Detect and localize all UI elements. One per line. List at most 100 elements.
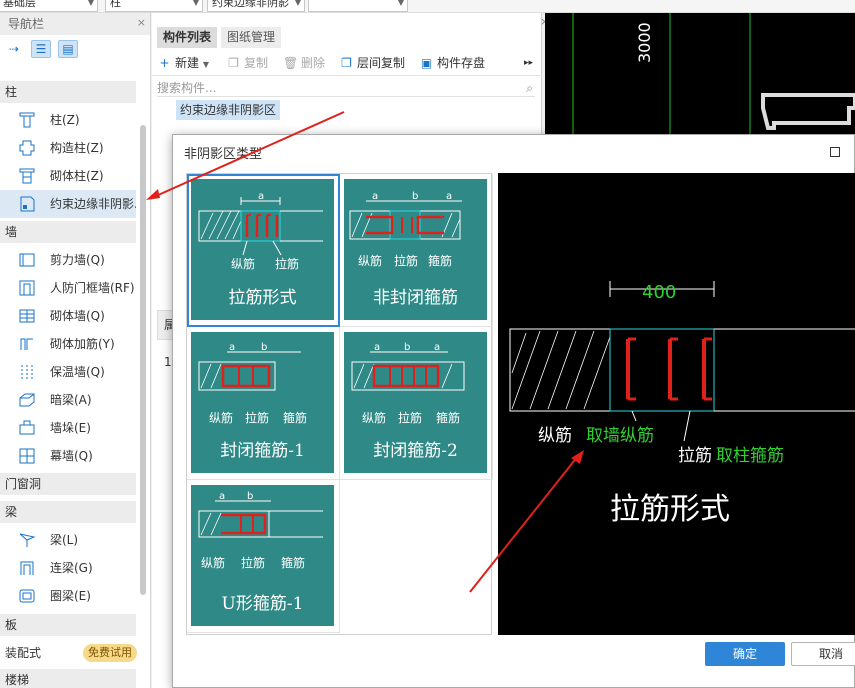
tab-drawing-management[interactable]: 图纸管理 [221, 27, 282, 48]
curtain-wall-icon [19, 448, 35, 464]
rebar-mark [372, 364, 440, 388]
category-stair[interactable]: 楼梯 [0, 669, 136, 688]
option-card: a b a 纵筋 拉筋 箍筋 非封闭箍筋 [344, 179, 487, 320]
nav-item-curtain-wall[interactable]: 幕墙(Q) [0, 442, 136, 470]
floor-copy-icon: ❐ [341, 56, 352, 70]
nav-item-hidden-beam[interactable]: 暗梁(A) [0, 386, 136, 414]
type-preview: 400 纵筋 取墙纵筋 拉筋 取柱箍筋 拉筋形式 [498, 173, 855, 635]
option-label: U形箍筋-1 [221, 594, 304, 614]
navigation-panel: 导航栏 × ⇢ ☰ ▤ 柱 柱(Z) 构造柱(Z) 砌体柱(Z) 约束边缘非阴影… [0, 13, 151, 688]
nav-item-masonry-wall[interactable]: 砌体墙(Q) [0, 302, 136, 330]
nav-item-masonry-rebar[interactable]: 砌体加筋(Y) [0, 330, 136, 358]
component-list-item[interactable]: 约束边缘非阴影区 [176, 100, 281, 120]
nav-item-wall-pier[interactable]: 墙垛(E) [0, 414, 136, 442]
nav-item-label: 砌体墙(Q) [50, 309, 105, 323]
rebar-mark [245, 215, 279, 237]
preview-diagram: 400 纵筋 取墙纵筋 拉筋 取柱箍筋 拉筋形式 [509, 281, 855, 527]
construct-column-icon [19, 140, 35, 156]
nav-item-construct-column[interactable]: 构造柱(Z) [0, 134, 136, 162]
type-option-grid: a 纵筋 拉筋 拉筋形式 a b a 纵筋 拉筋 箍筋 非封闭箍筋 a b 纵筋… [186, 173, 493, 635]
chevron-down-icon: ▼ [192, 0, 199, 7]
nav-item-civil-door-wall[interactable]: 人防门框墙(RF) [0, 274, 136, 302]
trash-icon: 🗑 [283, 56, 299, 70]
detail-view-icon[interactable]: ▤ [58, 40, 78, 58]
type-select[interactable]: 柱 ▼ [105, 0, 203, 12]
maximize-icon[interactable] [830, 147, 840, 157]
category-prefab[interactable]: 装配式 免费试用 [0, 642, 137, 664]
nav-item-label: 砌体柱(Z) [50, 169, 104, 183]
preview-tie-label: 拉筋 [678, 446, 712, 466]
option-card: a b a 纵筋 拉筋 箍筋 封闭箍筋-2 [344, 332, 487, 473]
nav-item-label: 约束边缘非阴影... [50, 197, 136, 211]
confirm-button[interactable]: 确定 [705, 642, 785, 666]
nav-item-label: 梁(L) [50, 533, 79, 547]
search-input[interactable]: 搜索构件... ⌕ [157, 79, 535, 97]
category-opening[interactable]: 门窗洞 [0, 473, 136, 495]
category-column[interactable]: 柱 [0, 81, 136, 103]
option-label: 非封闭箍筋 [373, 288, 458, 308]
nav-item-column[interactable]: 柱(Z) [0, 106, 136, 134]
nav-item-ring-beam[interactable]: 圈梁(E) [0, 582, 136, 610]
category-wall[interactable]: 墙 [0, 221, 136, 243]
copy-button[interactable]: ❐ 复制 [226, 54, 268, 72]
svg-text:a: a [374, 342, 380, 353]
column-icon [19, 112, 35, 128]
nav-item-beam[interactable]: 梁(L) [0, 526, 136, 554]
category-beam[interactable]: 梁 [0, 501, 136, 523]
close-icon[interactable]: × [137, 13, 146, 33]
rebar-mark [221, 364, 271, 388]
component-select[interactable]: 约束边缘非阴影 ▼ [207, 0, 305, 12]
more-icon[interactable]: ▸▸ [524, 54, 533, 72]
free-trial-badge[interactable]: 免费试用 [83, 644, 137, 662]
floor-select[interactable]: 基础层 ▼ [0, 0, 98, 12]
masonry-wall-icon [19, 309, 35, 323]
nav-item-label: 暗梁(A) [50, 393, 92, 407]
cancel-button[interactable]: 取消 [791, 642, 855, 666]
svg-text:拉筋: 拉筋 [241, 555, 265, 570]
nav-item-masonry-column[interactable]: 砌体柱(Z) [0, 162, 136, 190]
masonry-column-icon [19, 168, 35, 184]
save-component-button[interactable]: ▣ 构件存盘 [419, 54, 485, 72]
rebar-mark [366, 215, 444, 235]
svg-text:拉筋: 拉筋 [398, 410, 422, 425]
hidden-beam-icon [19, 393, 35, 407]
chevron-down-icon: ▼ [294, 0, 301, 7]
nav-item-constraint-edge[interactable]: 约束边缘非阴影... [0, 190, 136, 218]
option-card: a b 纵筋 拉筋 箍筋 U形箍筋-1 [191, 485, 334, 626]
save-icon: ▣ [420, 56, 433, 70]
nav-item-label: 保温墙(Q) [50, 365, 105, 379]
floor-copy-button[interactable]: ❐ 层间复制 [339, 54, 405, 72]
nav-scrollbar[interactable] [140, 125, 146, 595]
nav-item-insulation-wall[interactable]: 保温墙(Q) [0, 358, 136, 386]
component-toolbar: + 新建 ▼ ❐ 复制 🗑 删除 ❐ 层间复制 ▣ 构件存盘 ▸▸ [152, 50, 542, 76]
nav-item-shear-wall[interactable]: 剪力墙(Q) [0, 246, 136, 274]
wall-pier-icon [19, 420, 35, 435]
type-option-u-stirrup-1[interactable]: a b 纵筋 拉筋 箍筋 U形箍筋-1 [187, 480, 340, 633]
pin-icon[interactable]: ⇢ [4, 40, 24, 58]
insulation-wall-icon [21, 365, 33, 379]
preview-dimension: 400 [642, 282, 676, 303]
svg-text:b: b [412, 191, 418, 202]
delete-button[interactable]: 🗑 删除 [283, 54, 325, 72]
nav-item-label: 砌体加筋(Y) [50, 337, 115, 351]
option-label: 封闭箍筋-2 [373, 441, 458, 461]
shear-wall-icon [19, 253, 35, 267]
type-option-tie[interactable]: a 纵筋 拉筋 拉筋形式 [187, 174, 340, 327]
type-option-closed-stirrup-1[interactable]: a b 纵筋 拉筋 箍筋 封闭箍筋-1 [187, 327, 340, 480]
list-view-icon[interactable]: ☰ [31, 40, 51, 58]
svg-text:a: a [229, 342, 235, 353]
cad-dimension: 3000 [635, 22, 654, 63]
wall-outline [761, 93, 855, 130]
extra-select[interactable]: ▼ [308, 0, 408, 12]
tab-component-list[interactable]: 构件列表 [157, 27, 218, 48]
svg-text:纵筋: 纵筋 [362, 410, 386, 425]
category-slab[interactable]: 板 [0, 614, 136, 636]
type-option-open-stirrup[interactable]: a b a 纵筋 拉筋 箍筋 非封闭箍筋 [340, 174, 493, 327]
nav-item-label: 剪力墙(Q) [50, 253, 105, 267]
new-button[interactable]: + 新建 ▼ [157, 54, 209, 72]
type-option-closed-stirrup-2[interactable]: a b a 纵筋 拉筋 箍筋 封闭箍筋-2 [340, 327, 493, 480]
nav-toolbar: ⇢ ☰ ▤ [0, 35, 150, 63]
svg-text:a: a [219, 491, 225, 502]
nav-item-link-beam[interactable]: 连梁(G) [0, 554, 136, 582]
search-icon: ⌕ [526, 81, 533, 95]
